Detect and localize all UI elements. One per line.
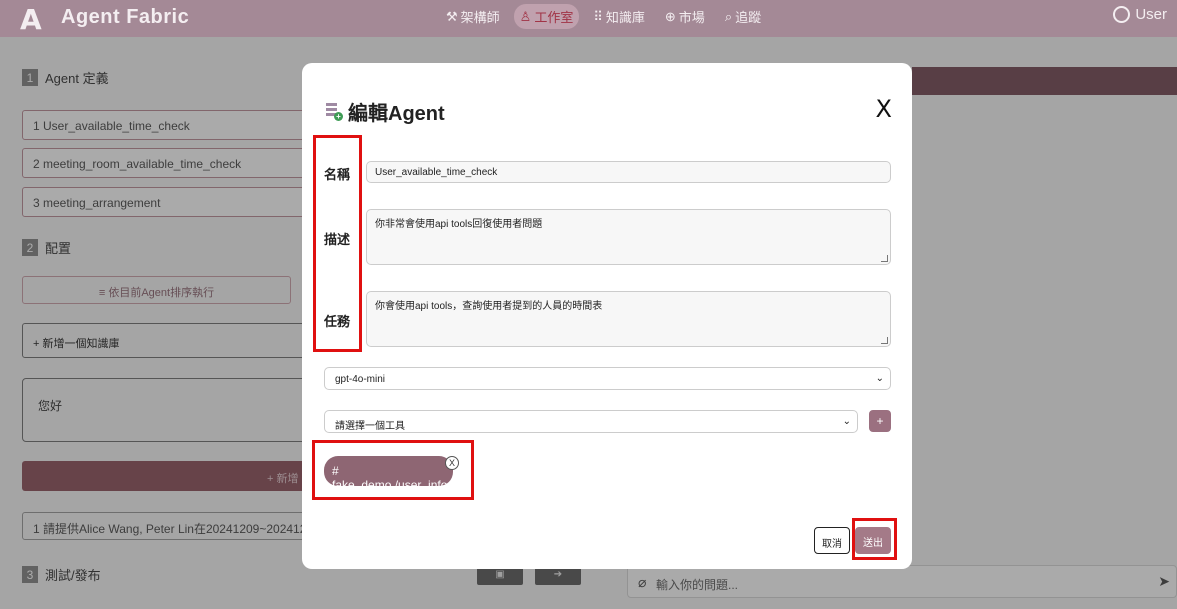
nav-tracking[interactable]: ⌕ 追蹤 bbox=[719, 4, 767, 29]
cancel-button[interactable]: 取消 bbox=[814, 527, 850, 554]
chevron-down-icon: ⌄ bbox=[842, 416, 851, 427]
resize-handle[interactable] bbox=[881, 255, 888, 262]
name-field[interactable]: User_available_time_check bbox=[366, 161, 891, 183]
nav-architect[interactable]: ⚒ 架構師 bbox=[440, 4, 506, 29]
top-nav-bar: A Agent Fabric ⚒ 架構師 ♙ 工作室 ⠿ 知識庫 ⊕ 市場 ⌕ 追蹤 Us… bbox=[0, 0, 1177, 37]
architect-icon: ⚒ bbox=[446, 8, 458, 24]
close-button[interactable]: X bbox=[876, 95, 892, 123]
user-menu[interactable]: User bbox=[1113, 6, 1167, 23]
chevron-down-icon: ⌄ bbox=[875, 373, 884, 384]
add-tool-button[interactable]: + bbox=[869, 410, 891, 432]
search-icon: ⌕ bbox=[724, 8, 733, 24]
description-textarea[interactable]: 你非常會使用api tools回復使用者問題 bbox=[366, 209, 891, 265]
nav-knowledge-base[interactable]: ⠿ 知識庫 bbox=[587, 4, 651, 29]
modal-title: + 編輯Agent bbox=[326, 97, 445, 126]
add-document-icon: + bbox=[326, 103, 343, 121]
studio-icon: ♙ bbox=[519, 8, 532, 24]
user-icon bbox=[1113, 6, 1131, 23]
app-logo[interactable]: A bbox=[20, 3, 42, 36]
model-select[interactable]: gpt-4o-mini ⌄ bbox=[324, 367, 891, 390]
resize-handle[interactable] bbox=[881, 337, 888, 344]
task-textarea[interactable]: 你會使用api tools，查詢使用者提到的人員的時間表 bbox=[366, 291, 891, 347]
brand-name[interactable]: Agent Fabric bbox=[61, 6, 189, 29]
tool-select[interactable]: 請選擇一個工具 ⌄ bbox=[324, 410, 858, 433]
edit-agent-modal: + 編輯Agent X 名稱 User_available_time_check… bbox=[302, 63, 912, 569]
main-nav: ⚒ 架構師 ♙ 工作室 ⠿ 知識庫 ⊕ 市場 ⌕ 追蹤 bbox=[440, 4, 767, 29]
highlight-box-tool-chip bbox=[312, 440, 474, 500]
nav-studio[interactable]: ♙ 工作室 bbox=[513, 4, 580, 29]
globe-icon: ⊕ bbox=[664, 8, 676, 24]
grid-icon: ⠿ bbox=[593, 8, 603, 24]
highlight-box-submit bbox=[852, 518, 897, 560]
highlight-box-labels bbox=[313, 135, 362, 352]
nav-market[interactable]: ⊕ 市場 bbox=[659, 4, 711, 29]
